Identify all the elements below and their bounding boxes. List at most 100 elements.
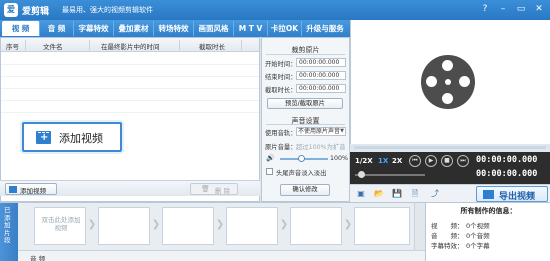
current-time: 00:00:00.000	[476, 155, 538, 165]
confirm-changes-button[interactable]: 确认修改	[280, 184, 330, 196]
section-divider	[266, 124, 345, 125]
info-audio-key: 音 频：	[431, 232, 464, 240]
clip-settings-panel: 裁剪原片 开始时间： 00:00:00.000 结束时间： 00:00:00.0…	[261, 37, 350, 202]
tab-karaoke[interactable]: 卡拉OK	[268, 21, 302, 36]
export-video-button[interactable]: 导出视频	[476, 186, 548, 202]
prev-icon[interactable]: ⏮	[409, 155, 421, 167]
delete-button[interactable]: 🗑 删 除	[190, 183, 238, 195]
tab-transition-effects[interactable]: 转场特效	[154, 21, 194, 36]
export-icon	[483, 190, 494, 199]
tab-mtv[interactable]: M T V	[234, 21, 268, 36]
timeline-slot[interactable]	[98, 207, 150, 245]
added-clips-sidebar[interactable]: 已添加片段	[0, 203, 18, 261]
column-clip-duration[interactable]: 截取时长	[199, 41, 225, 51]
add-video-button-label: 添加视频	[20, 187, 46, 195]
chevron-right-icon: ❯	[279, 219, 289, 230]
add-video-callout-label: 添加视频	[59, 132, 103, 145]
timeline-slot[interactable]	[162, 207, 214, 245]
fade-in-out-label: 头尾声音淡入淡出	[276, 170, 327, 177]
speed-normal-button[interactable]: 1X	[378, 157, 388, 165]
minimize-icon[interactable]: –	[496, 3, 510, 15]
reel-hole	[459, 76, 470, 87]
tab-subtitle-effects[interactable]: 字幕特效	[74, 21, 114, 36]
player-toolbar: ▣ 📂 💾 🗎 ⤴ 导出视频	[350, 184, 550, 202]
speed-double-button[interactable]: 2X	[392, 157, 402, 165]
column-divider	[89, 40, 90, 50]
row-divider	[1, 100, 259, 101]
chevron-right-icon: ❯	[87, 219, 97, 230]
project-info-panel: 所有制作的信息： 视 频： 0个视频 音 频： 0个音频 字幕特效： 0个字幕	[425, 202, 550, 261]
chevron-right-icon: ❯	[343, 219, 353, 230]
tab-picture-style[interactable]: 画面风格	[194, 21, 234, 36]
stop-icon[interactable]: ■	[441, 155, 453, 167]
info-video-key: 视 频：	[431, 222, 464, 230]
clip-duration-label: 截取时长：	[265, 87, 297, 94]
volume-hint: 超过100%为扩音	[296, 144, 346, 151]
end-time-field[interactable]: 00:00:00.000	[296, 71, 346, 80]
row-divider	[1, 76, 259, 77]
chevron-right-icon: ❯	[151, 219, 161, 230]
timeline-slot[interactable]	[290, 207, 342, 245]
info-subtitle-key: 字幕特效：	[431, 242, 464, 250]
row-divider	[1, 112, 259, 113]
timeline-slot[interactable]	[354, 207, 410, 245]
trash-icon: 🗑	[201, 185, 210, 193]
help-icon[interactable]: ?	[478, 3, 492, 15]
preview-zoom-slider[interactable]	[355, 174, 425, 176]
add-video-callout[interactable]: 添加视频	[22, 122, 122, 152]
info-video-value: 0个视频	[466, 222, 490, 230]
tab-audio[interactable]: 音 频	[40, 21, 74, 36]
audio-track-label: 音 频	[30, 255, 46, 261]
column-time-in-movie[interactable]: 在最终影片中的时间	[101, 41, 160, 51]
info-audio-value: 0个音频	[466, 232, 490, 240]
use-track-label: 使用音轨：	[265, 130, 297, 137]
export-video-label: 导出视频	[499, 192, 536, 202]
playback-progress-bar[interactable]	[354, 146, 546, 149]
video-preview[interactable]	[350, 20, 550, 144]
film-reel-icon	[421, 55, 475, 109]
chevron-right-icon: ❯	[215, 219, 225, 230]
timeline-scrollbar[interactable]	[414, 203, 425, 250]
save-icon[interactable]: 💾	[392, 189, 402, 198]
column-divider	[179, 40, 180, 50]
volume-value: 100%	[330, 155, 349, 162]
timeline-slot[interactable]	[226, 207, 278, 245]
preview-zoom-handle[interactable]	[358, 171, 365, 178]
close-icon[interactable]: ✕	[532, 3, 546, 15]
app-slogan: 最易用、强大的视频剪辑软件	[62, 6, 153, 14]
file-list-panel: 序号 文件名 在最终影片中的时间 截取时长	[0, 37, 260, 202]
play-icon[interactable]: ▶	[425, 155, 437, 167]
row-divider	[1, 64, 259, 65]
audio-track-select[interactable]: 不使用原片声音 ▼	[296, 127, 346, 136]
app-title: 爱剪辑	[22, 7, 50, 17]
window-icon[interactable]: ▣	[356, 189, 366, 198]
app-logo: 爱	[4, 3, 18, 17]
preview-clip-button[interactable]: 预览/截取原片	[267, 98, 343, 109]
maximize-icon[interactable]: ▭	[514, 3, 528, 15]
project-info-title: 所有制作的信息：	[460, 207, 517, 215]
timeline-slot[interactable]: 双击此处添加视频	[34, 207, 86, 245]
added-clips-label: 已添加片段	[4, 206, 11, 244]
add-video-icon	[36, 131, 51, 144]
speed-half-button[interactable]: 1/2X	[355, 157, 373, 165]
open-folder-icon[interactable]: 📂	[374, 189, 384, 198]
column-index[interactable]: 序号	[6, 41, 19, 51]
column-filename[interactable]: 文件名	[43, 41, 63, 51]
next-icon[interactable]: ⏭	[457, 155, 469, 167]
tab-video[interactable]: 视 频	[2, 21, 40, 36]
audio-track-select-value: 不使用原片声音	[298, 128, 341, 135]
add-video-button[interactable]: 添加视频	[5, 183, 57, 195]
volume-slider-handle[interactable]	[298, 155, 305, 162]
player-controls: 1/2X 1X 2X ⏮ ▶ ■ ⏭ 00:00:00.000 00:00:00…	[350, 152, 550, 184]
share-icon[interactable]: ⤴	[430, 189, 440, 198]
reel-hub	[445, 79, 451, 85]
audio-track-row[interactable]: 音 频	[18, 250, 425, 261]
start-time-field[interactable]: 00:00:00.000	[296, 58, 346, 67]
clip-duration-field[interactable]: 00:00:00.000	[296, 84, 346, 93]
delete-button-label: 删 除	[215, 187, 231, 195]
fade-in-out-checkbox[interactable]	[266, 168, 273, 175]
document-icon[interactable]: 🗎	[410, 189, 420, 198]
tab-overlay-materials[interactable]: 叠加素材	[114, 21, 154, 36]
reel-hole	[442, 60, 453, 71]
tab-upgrade-service[interactable]: 升级与服务	[302, 21, 348, 36]
